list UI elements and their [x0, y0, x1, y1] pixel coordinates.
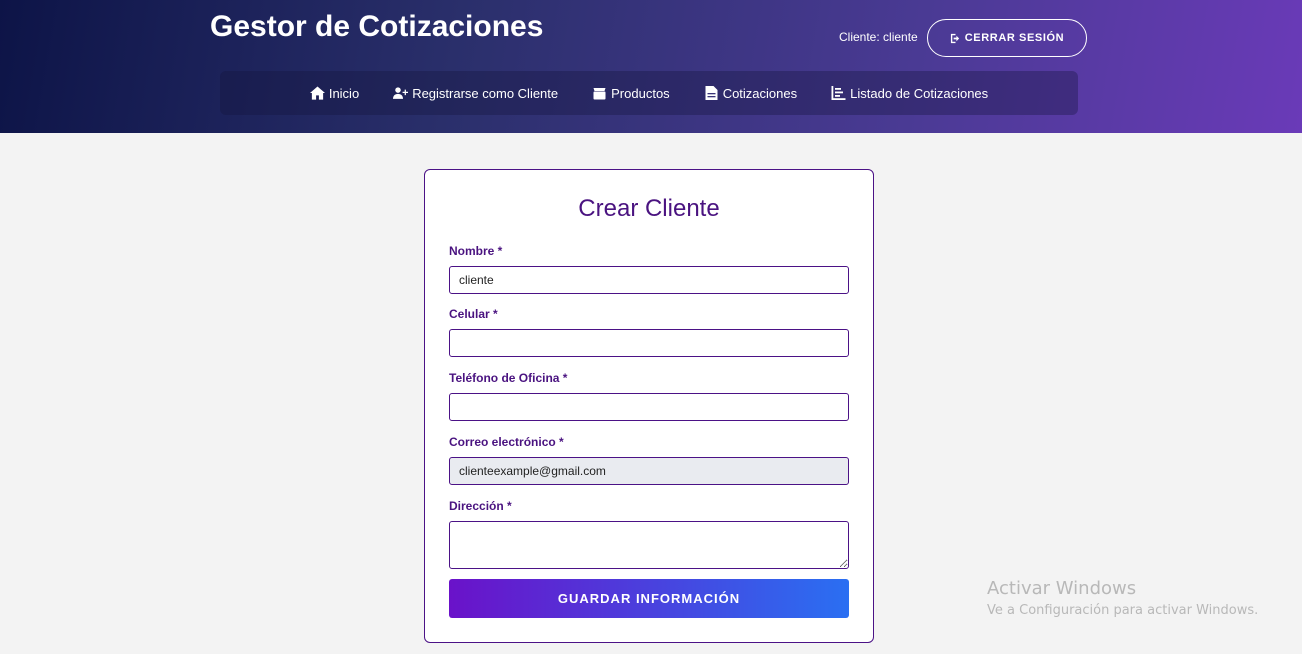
- chart-list-icon: [831, 86, 846, 100]
- nav-item-listado[interactable]: Listado de Cotizaciones: [831, 86, 988, 101]
- direccion-textarea[interactable]: [449, 521, 849, 569]
- file-invoice-icon: [705, 86, 718, 100]
- correo-label: Correo electrónico *: [449, 435, 564, 449]
- user-plus-icon: [393, 87, 409, 99]
- save-button[interactable]: GUARDAR INFORMACIÓN: [449, 579, 849, 618]
- nav-item-inicio[interactable]: Inicio: [309, 85, 360, 101]
- celular-label: Celular *: [449, 307, 498, 321]
- logout-button[interactable]: CERRAR SESIÓN: [927, 19, 1087, 57]
- windows-activation-title: Activar Windows: [987, 578, 1137, 599]
- current-user-label: Cliente: cliente: [839, 30, 918, 44]
- nav-item-label: Registrarse como Cliente: [412, 85, 559, 101]
- nombre-input[interactable]: [449, 266, 849, 294]
- direccion-label: Dirección *: [449, 499, 512, 513]
- home-icon: [309, 86, 325, 100]
- box-icon: [593, 88, 606, 100]
- telefono-label: Teléfono de Oficina *: [449, 371, 568, 385]
- correo-input[interactable]: [449, 457, 849, 485]
- logout-label: CERRAR SESIÓN: [964, 32, 1065, 44]
- windows-activation-subtitle: Ve a Configuración para activar Windows.: [987, 603, 1259, 618]
- create-client-form: Crear Cliente Nombre * Celular * Teléfon…: [424, 169, 874, 643]
- main-nav: Inicio Registrarse como Cliente Producto…: [220, 71, 1078, 115]
- nav-item-productos[interactable]: Productos: [592, 86, 670, 101]
- nav-item-label: Cotizaciones: [722, 85, 798, 101]
- sign-out-icon: [950, 33, 959, 43]
- nav-item-label: Productos: [611, 85, 670, 101]
- nav-item-label: Listado de Cotizaciones: [850, 85, 989, 101]
- nav-item-cotizaciones[interactable]: Cotizaciones: [704, 86, 797, 101]
- celular-input[interactable]: [449, 329, 849, 357]
- nav-item-label: Inicio: [328, 85, 360, 101]
- app-title: Gestor de Cotizaciones: [210, 10, 544, 43]
- form-title: Crear Cliente: [578, 195, 720, 222]
- telefono-input[interactable]: [449, 393, 849, 421]
- nombre-label: Nombre *: [449, 244, 503, 258]
- app-header: Gestor de Cotizaciones Cliente: cliente …: [0, 0, 1302, 133]
- nav-item-registrarse[interactable]: Registrarse como Cliente: [393, 86, 558, 101]
